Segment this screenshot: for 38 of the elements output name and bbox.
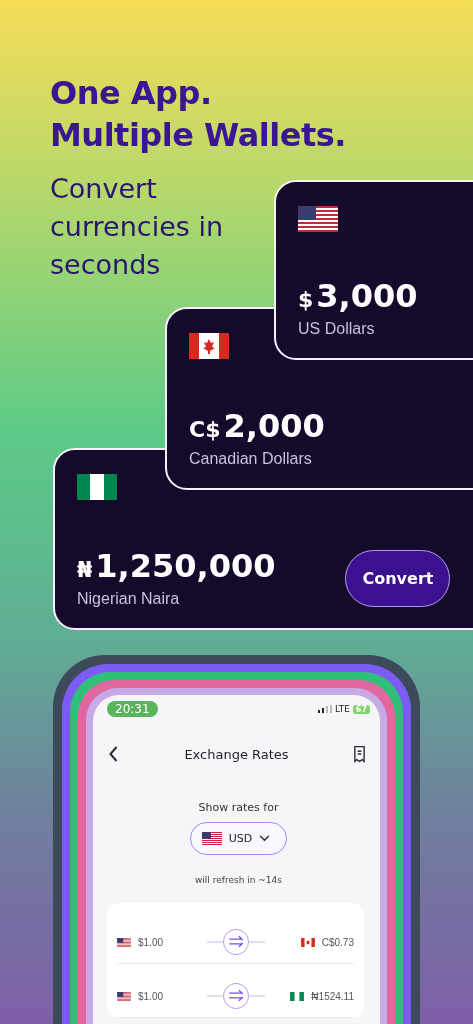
flag-icon [290,991,305,1001]
signal-icon [317,705,332,713]
refresh-note: will refresh in ~14s [194,875,283,885]
flag-icon [117,937,131,947]
rate-to: ₦1524.11 [311,990,354,1002]
battery-indicator: 67 [352,704,370,714]
status-time: 20:31 [107,701,158,717]
rate-to: C$0.73 [321,936,354,948]
balance-amount: 2,000 [223,408,325,444]
rate-from: $1.00 [138,936,164,948]
chevron-down-icon [259,835,271,842]
screen-title: Exchange Rates [184,746,289,762]
balance-amount: 3,000 [316,278,418,314]
currency-symbol: C$ [189,416,221,442]
convert-arrows-icon [206,982,265,1010]
headline: One App. [50,73,213,114]
currency-name: Canadian Dollars [189,450,313,468]
flag-icon [298,206,338,232]
convert-button[interactable]: Convert [345,549,451,607]
receipt-icon[interactable] [353,745,366,763]
back-icon[interactable] [107,745,120,763]
convert-arrows-icon [206,928,265,956]
headline: Multiple Wallets. [50,115,347,156]
network-label: LTE [334,704,350,714]
currency-selector[interactable]: USD [189,822,288,855]
currency-symbol: $ [298,286,314,312]
currency-name: US Dollars [298,320,376,338]
prompt-label: Show rates for [197,801,280,814]
flag-icon [300,937,315,947]
flag-icon [117,991,131,1001]
flag-icon [201,832,222,845]
flag-icon [189,333,229,359]
currency-symbol: ₦ [77,556,93,582]
currency-name: Nigerian Naira [77,590,181,608]
balance-amount: 1,250,000 [95,548,276,584]
subtitle: Convert currencies in seconds [50,172,225,282]
flag-icon [77,474,117,500]
rate-from: $1.00 [138,990,164,1002]
